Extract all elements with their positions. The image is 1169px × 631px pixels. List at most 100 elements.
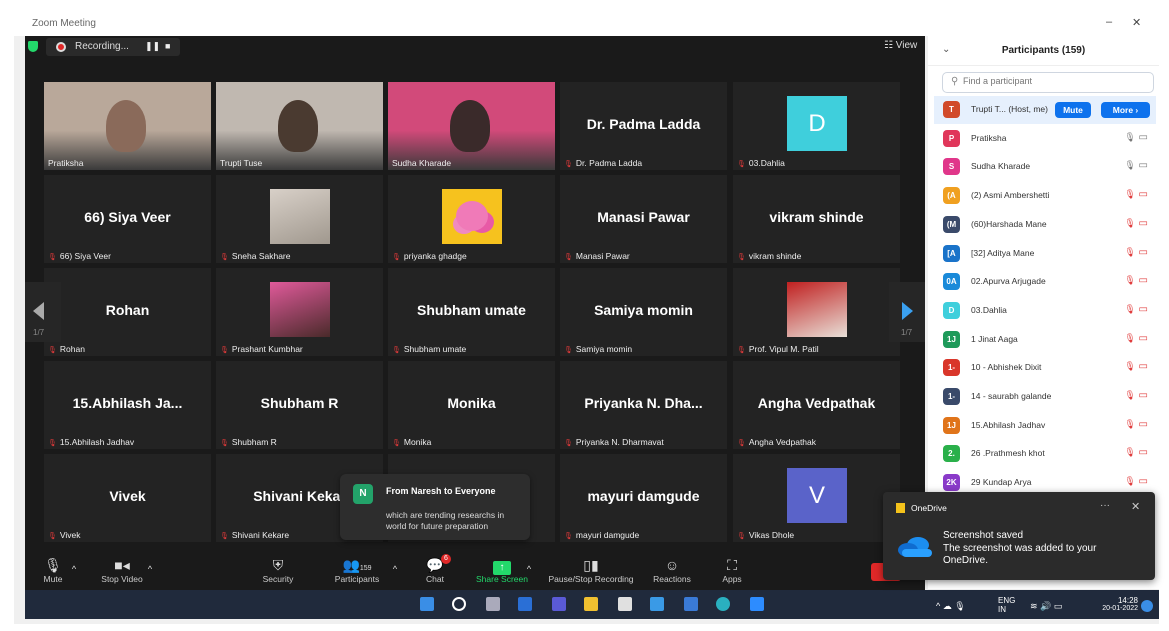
participant-tile[interactable]: Samiya momin 🎙 Samiya momin	[560, 268, 727, 356]
participant-tile[interactable]: 🎙 priyanka ghadge	[388, 175, 555, 263]
participant-tile[interactable]: D 🎙 03.Dahlia	[733, 82, 900, 170]
share-screen-button[interactable]: ↑ Share Screen	[474, 556, 530, 584]
participant-row[interactable]: 1- 14 - saurabh galande 🎙 ▭	[934, 383, 1156, 411]
participant-tile[interactable]: Vivek 🎙 Vivek	[44, 454, 211, 542]
security-button[interactable]: ⛨ Security	[258, 556, 298, 584]
participant-tile[interactable]: Manasi Pawar 🎙 Manasi Pawar	[560, 175, 727, 263]
more-options-icon[interactable]: ···	[1100, 500, 1110, 511]
participant-row[interactable]: (A (2) Asmi Ambershetti 🎙 ▭	[934, 182, 1156, 210]
video-off-icon[interactable]: ▭	[1136, 361, 1148, 372]
video-off-icon[interactable]: ▭	[1136, 275, 1148, 286]
video-off-icon[interactable]: ▭	[1136, 132, 1148, 143]
participant-tile[interactable]: Trupti Tuse	[216, 82, 383, 170]
participant-row[interactable]: S Sudha Kharade 🎙 ▭	[934, 153, 1156, 181]
minimize-icon[interactable]: ‒	[1106, 16, 1112, 28]
muted-mic-icon[interactable]: 🎙	[1124, 247, 1135, 257]
participant-tile[interactable]: Shubham R 🎙 Shubham R	[216, 361, 383, 449]
pause-recording-icon[interactable]: ❚❚	[145, 41, 160, 52]
video-off-icon[interactable]: ▭	[1136, 160, 1148, 171]
participant-search-input[interactable]	[963, 76, 1149, 86]
notepad-icon[interactable]	[618, 597, 632, 611]
host-mute-button[interactable]: Mute	[1055, 102, 1091, 118]
muted-mic-icon[interactable]: 🎙	[1124, 275, 1135, 285]
participant-tile[interactable]: Rohan 🎙 Rohan	[44, 268, 211, 356]
prev-page-button[interactable]: 1/7	[25, 282, 61, 342]
participant-tile[interactable]: Pratiksha	[44, 82, 211, 170]
video-off-icon[interactable]: ▭	[1136, 333, 1148, 344]
participant-row[interactable]: P Pratiksha 🎙 ▭	[934, 125, 1156, 153]
teams-icon[interactable]	[552, 597, 566, 611]
chat-notification[interactable]: N From Naresh to Everyone which are tren…	[340, 474, 530, 540]
stop-video-button[interactable]: ■◂ Stop Video	[95, 556, 149, 584]
participant-row[interactable]: D 03.Dahlia 🎙 ▭	[934, 297, 1156, 325]
tray-chevron-icon[interactable]: ^ ☁ 🎙	[936, 601, 966, 612]
close-icon[interactable]: ✕	[1131, 500, 1140, 513]
participant-search[interactable]: ⚲	[942, 72, 1154, 93]
participant-row[interactable]: 1- 10 - Abhishek Dixit 🎙 ▭	[934, 354, 1156, 382]
language-indicator[interactable]: ENG IN	[998, 596, 1015, 614]
mic-icon[interactable]: 🎙	[1124, 132, 1135, 142]
participant-tile[interactable]: 15.Abhilash Ja... 🎙 15.Abhilash Jadhav	[44, 361, 211, 449]
mic-icon[interactable]: 🎙	[1124, 160, 1135, 170]
encryption-shield-icon[interactable]	[28, 41, 38, 52]
participants-options-caret[interactable]: ^	[389, 560, 401, 578]
participant-tile[interactable]: 🎙 Sneha Sakhare	[216, 175, 383, 263]
next-page-button[interactable]: 1/7	[889, 282, 925, 342]
clock[interactable]: 14:28 20-01-2022	[1102, 596, 1138, 612]
participant-tile[interactable]: 🎙 Prashant Kumbhar	[216, 268, 383, 356]
muted-mic-icon[interactable]: 🎙	[1124, 419, 1135, 429]
muted-mic-icon[interactable]: 🎙	[1124, 361, 1135, 371]
pause-stop-recording-button[interactable]: ▯▮ Pause/Stop Recording	[544, 556, 638, 584]
participant-tile[interactable]: Sudha Kharade	[388, 82, 555, 170]
participant-row[interactable]: (M (60)Harshada Mane 🎙 ▭	[934, 211, 1156, 239]
muted-mic-icon[interactable]: 🎙	[1124, 333, 1135, 343]
notification-badge-icon[interactable]	[1141, 600, 1153, 612]
participant-tile[interactable]: V 🎙 Vikas Dhole	[733, 454, 900, 542]
video-off-icon[interactable]: ▭	[1136, 304, 1148, 315]
participant-row[interactable]: T Trupti T... (Host, me) Mute More ›	[934, 96, 1156, 124]
zoom-taskbar-icon[interactable]	[750, 597, 764, 611]
apps-button[interactable]: ⛶ Apps	[716, 556, 748, 584]
dropbox-icon[interactable]	[684, 597, 698, 611]
video-off-icon[interactable]: ▭	[1136, 419, 1148, 430]
participant-tile[interactable]: Priyanka N. Dha... 🎙 Priyanka N. Dharmavat	[560, 361, 727, 449]
video-off-icon[interactable]: ▭	[1136, 476, 1148, 487]
participant-tile[interactable]: 66) Siya Veer 🎙 66) Siya Veer	[44, 175, 211, 263]
participant-tile[interactable]: Angha Vedpathak 🎙 Angha Vedpathak	[733, 361, 900, 449]
video-off-icon[interactable]: ▭	[1136, 447, 1148, 458]
audio-options-caret[interactable]: ^	[68, 560, 80, 578]
participant-tile[interactable]: 🎙 Prof. Vipul M. Patil	[733, 268, 900, 356]
participant-tile[interactable]: Monika 🎙 Monika	[388, 361, 555, 449]
network-volume-icon[interactable]: ≋ 🔊 ▭	[1030, 601, 1062, 612]
participant-tile[interactable]: mayuri damgude 🎙 mayuri damgude	[560, 454, 727, 542]
stop-recording-icon[interactable]: ■	[165, 41, 170, 51]
participant-tile[interactable]: Shubham umate 🎙 Shubham umate	[388, 268, 555, 356]
video-off-icon[interactable]: ▭	[1136, 218, 1148, 229]
share-options-caret[interactable]: ^	[523, 560, 535, 578]
windows-start-icon[interactable]	[420, 597, 434, 611]
participant-tile[interactable]: vikram shinde 🎙 vikram shinde	[733, 175, 900, 263]
file-explorer-icon[interactable]	[584, 597, 598, 611]
participant-row[interactable]: 2. 26 .Prathmesh khot 🎙 ▭	[934, 440, 1156, 468]
mail-icon[interactable]	[650, 597, 664, 611]
participant-row[interactable]: 0A 02.Apurva Arjugade 🎙 ▭	[934, 268, 1156, 296]
mute-button[interactable]: 🎙 Mute	[38, 556, 68, 584]
muted-mic-icon[interactable]: 🎙	[1124, 218, 1135, 228]
view-button[interactable]: ☷ View	[884, 40, 917, 51]
participant-row[interactable]: [A [32] Aditya Mane 🎙 ▭	[934, 240, 1156, 268]
participant-row[interactable]: 1J 1 Jinat Aaga 🎙 ▭	[934, 326, 1156, 354]
video-off-icon[interactable]: ▭	[1136, 247, 1148, 258]
close-window-icon[interactable]: ✕	[1132, 16, 1141, 29]
video-options-caret[interactable]: ^	[144, 560, 156, 578]
widgets-icon[interactable]	[518, 597, 532, 611]
muted-mic-icon[interactable]: 🎙	[1124, 476, 1135, 486]
muted-mic-icon[interactable]: 🎙	[1124, 390, 1135, 400]
muted-mic-icon[interactable]: 🎙	[1124, 304, 1135, 314]
muted-mic-icon[interactable]: 🎙	[1124, 189, 1135, 199]
participant-tile[interactable]: Dr. Padma Ladda 🎙 Dr. Padma Ladda	[560, 82, 727, 170]
reactions-button[interactable]: ☺ Reactions	[650, 556, 694, 584]
participants-button[interactable]: 👥159 Participants	[330, 556, 384, 584]
participant-row[interactable]: 1J 15.Abhilash Jadhav 🎙 ▭	[934, 412, 1156, 440]
video-off-icon[interactable]: ▭	[1136, 189, 1148, 200]
muted-mic-icon[interactable]: 🎙	[1124, 447, 1135, 457]
